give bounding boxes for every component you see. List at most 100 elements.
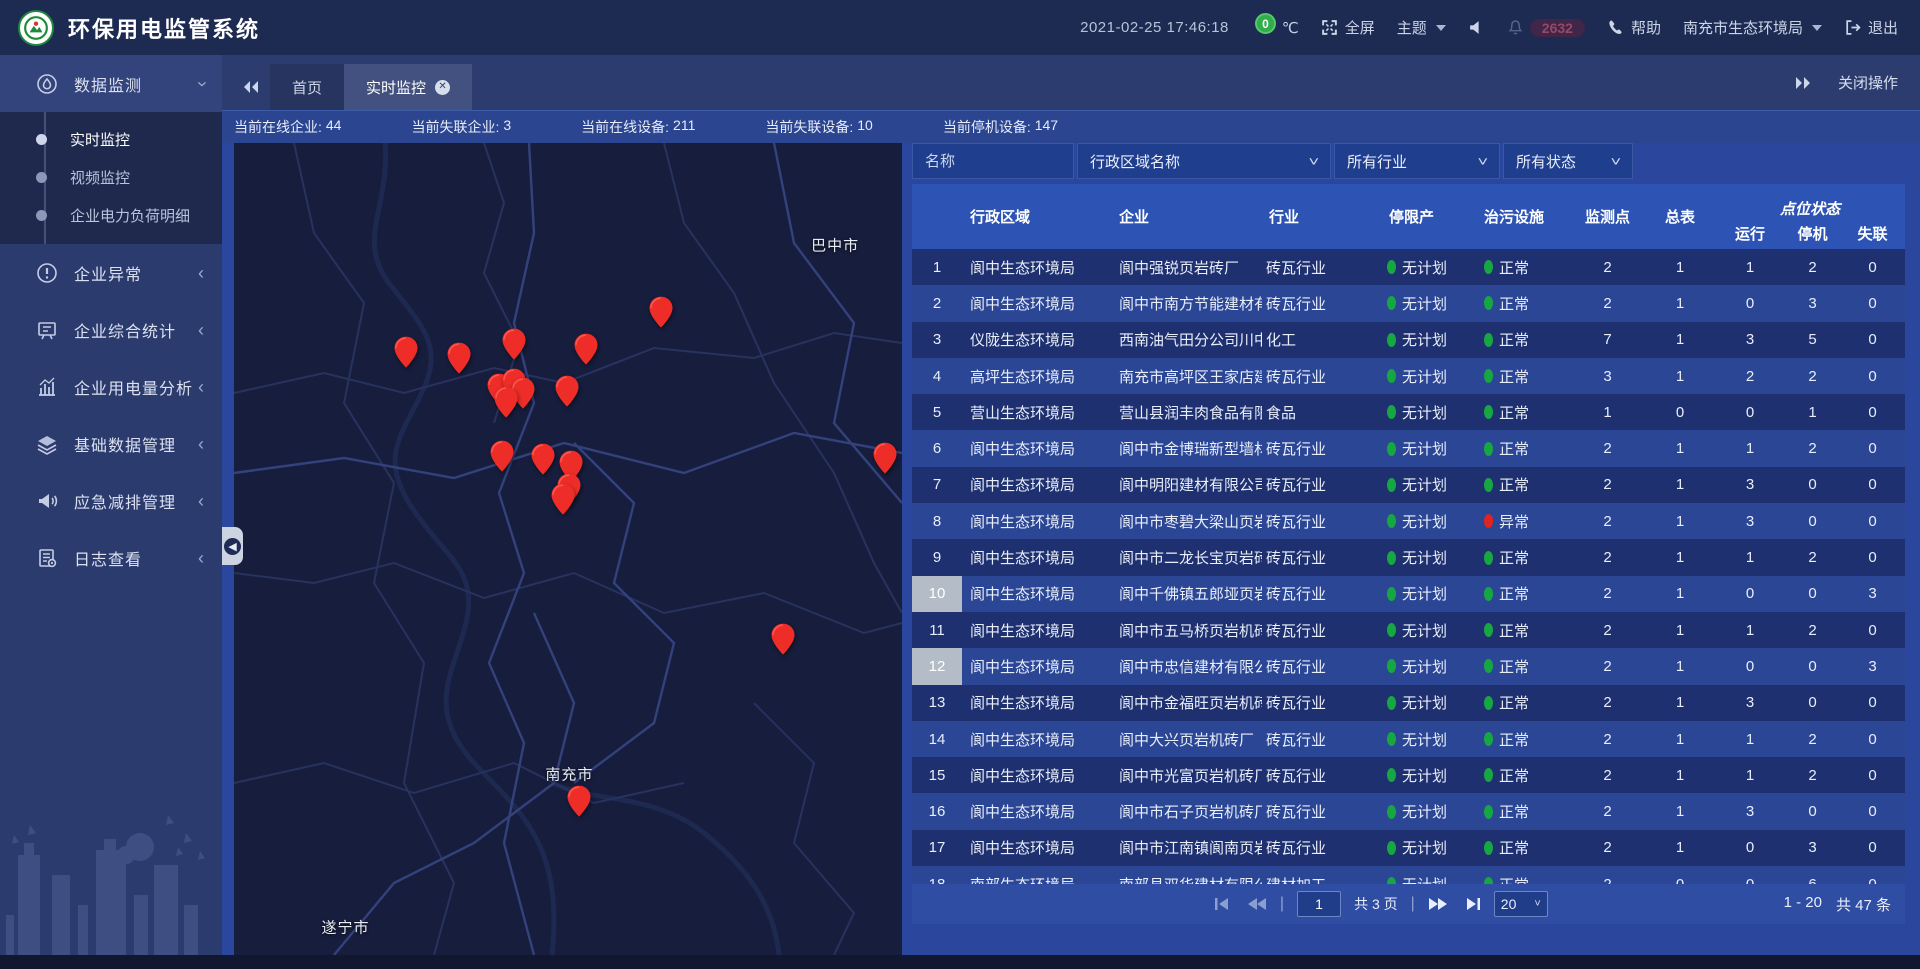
status-dot-green (1387, 442, 1396, 456)
pager-divider: | (1411, 895, 1415, 913)
sidebar-collapse-toggle[interactable]: ◀ (222, 527, 243, 565)
next-page-button[interactable] (1428, 897, 1448, 911)
map-pin-icon[interactable] (531, 444, 554, 475)
table-row[interactable]: 7阆中生态环境局阆中明阳建材有限公司砖瓦行业无计划正常21300 (912, 467, 1905, 503)
table-row[interactable]: 17阆中生态环境局阆中市江南镇阆南页岩砖瓦行业无计划正常21030 (912, 830, 1905, 866)
cell-limit: 无计划 (1380, 285, 1478, 321)
industry-select[interactable]: 所有行业 ˅ (1334, 143, 1500, 179)
sidebar-item-base-data-management[interactable]: 基础数据管理‹ (0, 415, 222, 472)
cell-stop: 2 (1785, 430, 1840, 466)
content-body: 巴中市南充市遂宁市 行政区域名称 ˅ 所有行业 (222, 143, 1920, 955)
tab-realtime[interactable]: 实时监控✕ (344, 64, 472, 110)
status-select[interactable]: 所有状态 ˅ (1503, 143, 1633, 179)
table-row[interactable]: 14阆中生态环境局阆中大兴页岩机砖厂砖瓦行业无计划正常21120 (912, 721, 1905, 757)
table-row[interactable]: 5营山生态环境局营山县润丰肉食品有限食品无计划正常10010 (912, 394, 1905, 430)
page-input[interactable] (1297, 891, 1341, 917)
stat-value: 10 (857, 117, 873, 137)
table-row[interactable]: 8阆中生态环境局阆中市枣碧大梁山页岩砖瓦行业无计划异常21300 (912, 503, 1905, 539)
cell-lost: 0 (1840, 866, 1905, 884)
col-index (912, 184, 962, 249)
cell-limit: 无计划 (1380, 866, 1478, 884)
cell-limit: 无计划 (1380, 430, 1478, 466)
tab-home[interactable]: 首页 (270, 64, 344, 110)
tabs-scroll-left-button[interactable] (230, 64, 270, 110)
map-pin-icon[interactable] (490, 441, 513, 472)
map-pin-icon[interactable] (873, 443, 896, 474)
table-row[interactable]: 13阆中生态环境局阆中市金福旺页岩机砖砖瓦行业无计划正常21300 (912, 685, 1905, 721)
cell-region: 南部生态环境局 (962, 866, 1112, 884)
status-dot-green (1484, 587, 1493, 601)
sidebar-item-log-view[interactable]: 日志查看‹ (0, 529, 222, 586)
status-dot-green (1484, 696, 1493, 710)
map-pin-icon[interactable] (395, 337, 418, 368)
pagination-bar: | 共 3 页 | (912, 884, 1905, 924)
col-lost: 失联 (1840, 221, 1905, 249)
stat-value: 147 (1035, 117, 1058, 137)
cell-treatment: 正常 (1478, 866, 1570, 884)
cell-region: 阆中生态环境局 (962, 539, 1112, 575)
table-row[interactable]: 16阆中生态环境局阆中市石子页岩机砖厂砖瓦行业无计划正常21300 (912, 793, 1905, 829)
cell-lost: 0 (1840, 793, 1905, 829)
map-pin-icon[interactable] (552, 484, 575, 515)
theme-dropdown[interactable]: 主题 (1397, 17, 1446, 38)
first-page-button[interactable] (1214, 897, 1234, 911)
cell-treatment: 正常 (1478, 467, 1570, 503)
cell-meters: 1 (1645, 648, 1715, 684)
page-size-select[interactable]: 20 ˅ (1494, 891, 1548, 917)
map-pin-icon[interactable] (649, 297, 672, 328)
sidebar-subitem-realtime-monitoring[interactable]: 实时监控 (0, 120, 222, 158)
logout-button[interactable]: 退出 (1844, 17, 1898, 38)
region-select[interactable]: 行政区域名称 ˅ (1077, 143, 1331, 179)
map-pin-icon[interactable] (448, 343, 471, 374)
sidebar-item-enterprise-statistics[interactable]: 企业综合统计‹ (0, 301, 222, 358)
table-row[interactable]: 3仪陇生态环境局西南油气田分公司川中化工无计划正常71350 (912, 322, 1905, 358)
cell-region: 阆中生态环境局 (962, 503, 1112, 539)
table-row[interactable]: 2阆中生态环境局阆中市南方节能建材有砖瓦行业无计划正常21030 (912, 285, 1905, 321)
map-pin-icon[interactable] (502, 329, 525, 360)
last-page-button[interactable] (1461, 897, 1481, 911)
sidebar-item-emergency-reduction[interactable]: 应急减排管理‹ (0, 472, 222, 529)
cell-limit: 无计划 (1380, 612, 1478, 648)
bullet-dot-icon (36, 134, 47, 145)
cell-company: 阆中市金福旺页岩机砖 (1112, 685, 1262, 721)
map-pin-icon[interactable] (494, 387, 517, 418)
map-pin-icon[interactable] (555, 376, 578, 407)
sidebar-item-data-monitoring[interactable]: 数据监测‹ (0, 55, 222, 112)
table-row[interactable]: 1阆中生态环境局阆中强锐页岩砖厂砖瓦行业无计划正常21120 (912, 249, 1905, 285)
notifications-button[interactable]: 2632 (1507, 19, 1585, 37)
tabs-scroll-right-button[interactable] (1795, 76, 1812, 90)
cell-run: 1 (1715, 721, 1785, 757)
status-dot-green (1484, 442, 1493, 456)
table-row[interactable]: 10阆中生态环境局阆中千佛镇五郎垭页岩砖瓦行业无计划正常21003 (912, 576, 1905, 612)
sidebar-subitem-enterprise-power-load-detail[interactable]: 企业电力负荷明细 (0, 196, 222, 234)
sound-toggle-button[interactable] (1468, 19, 1485, 36)
stats-icon (36, 319, 58, 341)
status-dot-green (1484, 768, 1493, 782)
table-row[interactable]: 9阆中生态环境局阆中市二龙长宝页岩砖砖瓦行业无计划正常21120 (912, 539, 1905, 575)
table-row[interactable]: 15阆中生态环境局阆中市光富页岩机砖厂砖瓦行业无计划正常21120 (912, 757, 1905, 793)
sidebar-item-enterprise-abnormal[interactable]: 企业异常‹ (0, 244, 222, 301)
table-row[interactable]: 4高坪生态环境局南充市高坪区王家店建砖瓦行业无计划正常31220 (912, 358, 1905, 394)
cell-meters: 1 (1645, 430, 1715, 466)
fullscreen-button[interactable]: 全屏 (1321, 17, 1375, 38)
map[interactable]: 巴中市南充市遂宁市 (234, 143, 902, 955)
table-row[interactable]: 18南部生态环境局南部县双华建材有限公建材加工无计划正常20060 (912, 866, 1905, 884)
map-pin-icon[interactable] (772, 624, 795, 655)
name-search-field[interactable] (925, 153, 1061, 170)
sidebar-item-enterprise-power-analysis[interactable]: 企业用电量分析‹ (0, 358, 222, 415)
org-user-dropdown[interactable]: 南充市生态环境局 (1683, 17, 1822, 38)
table-row[interactable]: 12阆中生态环境局阆中市忠信建材有限公砖瓦行业无计划正常21003 (912, 648, 1905, 684)
table-row[interactable]: 6阆中生态环境局阆中市金博瑞新型墙材砖瓦行业无计划正常21120 (912, 430, 1905, 466)
close-icon[interactable]: ✕ (435, 80, 450, 95)
sidebar-subitem-video-monitoring[interactable]: 视频监控 (0, 158, 222, 196)
close-operations-button[interactable]: 关闭操作 (1838, 72, 1898, 93)
prev-page-button[interactable] (1247, 897, 1267, 911)
map-pin-icon[interactable] (567, 786, 590, 817)
help-button[interactable]: 帮助 (1607, 17, 1661, 38)
col-region: 行政区域 (962, 184, 1112, 249)
name-search-input[interactable] (912, 143, 1074, 179)
cell-run: 0 (1715, 576, 1785, 612)
cell-lost: 0 (1840, 249, 1905, 285)
map-pin-icon[interactable] (575, 333, 598, 364)
table-row[interactable]: 11阆中生态环境局阆中市五马桥页岩机砖砖瓦行业无计划正常21120 (912, 612, 1905, 648)
